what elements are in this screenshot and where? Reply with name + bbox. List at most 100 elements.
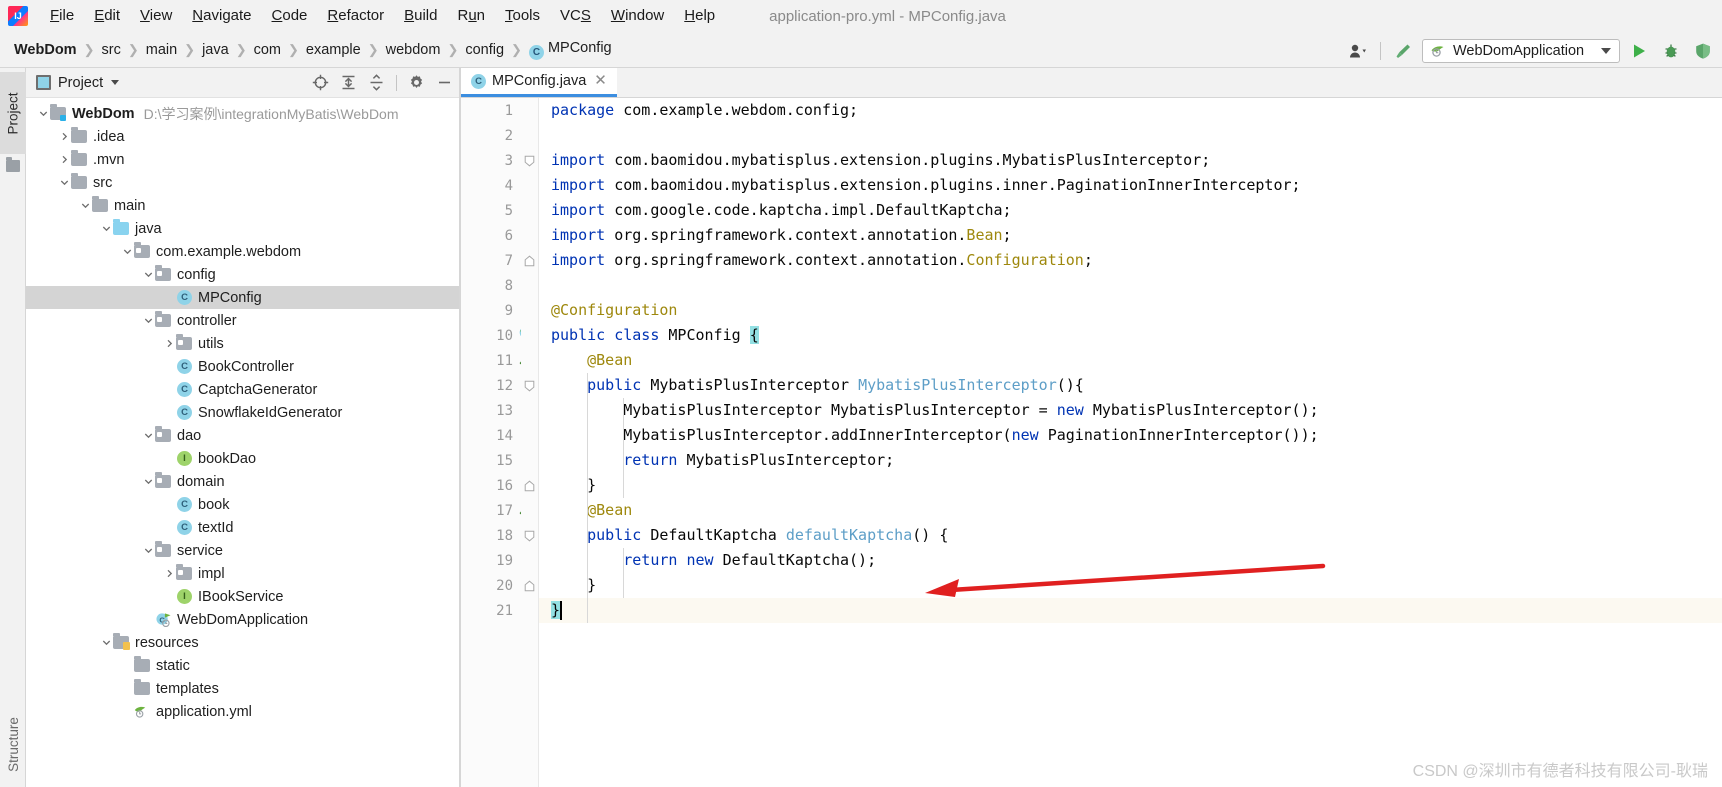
fold-start-icon[interactable] bbox=[524, 379, 536, 392]
gear-icon[interactable] bbox=[408, 74, 425, 91]
chevron-down-icon[interactable] bbox=[78, 201, 92, 210]
breadcrumb-item-webdom[interactable]: WebDom bbox=[10, 40, 81, 60]
menu-item-window[interactable]: Window bbox=[601, 4, 674, 28]
project-tree[interactable]: WebDom D:\学习案例\integrationMyBatis\WebDom.… bbox=[26, 98, 459, 787]
menu-item-code[interactable]: Code bbox=[262, 4, 318, 28]
debug-bug-icon[interactable] bbox=[1658, 38, 1684, 64]
tree-node-textid[interactable]: CtextId bbox=[26, 516, 459, 539]
code-line-12[interactable]: public MybatisPlusInterceptor MybatisPlu… bbox=[539, 373, 1722, 398]
code-line-17[interactable]: @Bean bbox=[539, 498, 1722, 523]
menu-item-run[interactable]: Run bbox=[447, 4, 495, 28]
fold-region-line-12[interactable] bbox=[521, 373, 538, 398]
code-line-5[interactable]: import com.google.code.kaptcha.impl.Defa… bbox=[539, 198, 1722, 223]
line-number-12[interactable]: 12 bbox=[461, 373, 521, 398]
menu-item-vcs[interactable]: VCS bbox=[550, 4, 601, 28]
fold-region-line-18[interactable] bbox=[521, 523, 538, 548]
user-silhouette-icon[interactable] bbox=[1345, 38, 1371, 64]
minimize-icon[interactable] bbox=[436, 74, 453, 91]
locate-icon[interactable] bbox=[312, 74, 329, 91]
fold-end-icon[interactable] bbox=[524, 479, 536, 492]
line-number-17[interactable]: 17 bbox=[461, 498, 533, 523]
code-content[interactable]: package com.example.webdom.config; impor… bbox=[539, 98, 1722, 787]
breadcrumb-item-src[interactable]: src bbox=[97, 40, 124, 60]
code-folding-gutter[interactable] bbox=[521, 98, 539, 787]
expand-all-icon[interactable] bbox=[340, 74, 357, 91]
code-line-20[interactable]: } bbox=[539, 573, 1722, 598]
code-line-16[interactable]: } bbox=[539, 473, 1722, 498]
chevron-right-icon[interactable] bbox=[57, 132, 71, 141]
editor-tab-mpconfig-java[interactable]: C MPConfig.java ✕ bbox=[461, 68, 617, 97]
breadcrumb-item-com[interactable]: com bbox=[250, 40, 285, 60]
code-line-18[interactable]: public DefaultKaptcha defaultKaptcha() { bbox=[539, 523, 1722, 548]
run-configuration-selector[interactable]: WebDomApplication bbox=[1422, 38, 1620, 63]
tree-node-impl[interactable]: impl bbox=[26, 562, 459, 585]
code-line-14[interactable]: MybatisPlusInterceptor.addInnerIntercept… bbox=[539, 423, 1722, 448]
line-number-13[interactable]: 13 bbox=[461, 398, 521, 423]
chevron-down-icon[interactable] bbox=[141, 477, 155, 486]
line-number-18[interactable]: 18 bbox=[461, 523, 521, 548]
tree-node-ibookservice[interactable]: I IBookService bbox=[26, 585, 459, 608]
menu-item-navigate[interactable]: Navigate bbox=[182, 4, 261, 28]
tree-node-snowflakeidgenerator[interactable]: C SnowflakeIdGenerator bbox=[26, 401, 459, 424]
menu-item-refactor[interactable]: Refactor bbox=[317, 4, 394, 28]
favorites-folder-icon[interactable] bbox=[6, 157, 20, 172]
line-number-7[interactable]: 7 bbox=[461, 248, 521, 273]
code-line-11[interactable]: @Bean bbox=[539, 348, 1722, 373]
code-line-21[interactable]: } bbox=[539, 598, 1722, 623]
tree-node-service[interactable]: service bbox=[26, 539, 459, 562]
breadcrumb-item-main[interactable]: main bbox=[142, 40, 181, 60]
line-number-4[interactable]: 4 bbox=[461, 173, 521, 198]
tree-node-book[interactable]: Cbook bbox=[26, 493, 459, 516]
code-line-7[interactable]: import org.springframework.context.annot… bbox=[539, 248, 1722, 273]
chevron-down-icon[interactable] bbox=[99, 224, 113, 233]
tree-node-static[interactable]: static bbox=[26, 654, 459, 677]
fold-region-line-7[interactable] bbox=[521, 248, 538, 273]
chevron-down-icon[interactable] bbox=[57, 178, 71, 187]
tree-node-bookcontroller[interactable]: C BookController bbox=[26, 355, 459, 378]
line-number-11[interactable]: 11 bbox=[461, 348, 533, 373]
line-number-8[interactable]: 8 bbox=[461, 273, 521, 298]
line-number-20[interactable]: 20 bbox=[461, 573, 521, 598]
line-number-15[interactable]: 15 bbox=[461, 448, 521, 473]
tree-node-templates[interactable]: templates bbox=[26, 677, 459, 700]
chevron-right-icon[interactable] bbox=[162, 339, 176, 348]
line-number-3[interactable]: 3 bbox=[461, 148, 521, 173]
code-line-10[interactable]: public class MPConfig { bbox=[539, 323, 1722, 348]
fold-end-icon[interactable] bbox=[524, 579, 536, 592]
code-line-2[interactable] bbox=[539, 123, 1722, 148]
menu-item-help[interactable]: Help bbox=[674, 4, 725, 28]
tree-node-java[interactable]: java bbox=[26, 217, 459, 240]
code-line-8[interactable] bbox=[539, 273, 1722, 298]
tree-node-config[interactable]: config bbox=[26, 263, 459, 286]
code-line-15[interactable]: return MybatisPlusInterceptor; bbox=[539, 448, 1722, 473]
chevron-down-icon[interactable] bbox=[36, 109, 50, 118]
tool-window-tab-structure[interactable]: Structure bbox=[0, 707, 26, 781]
chevron-right-icon[interactable] bbox=[57, 155, 71, 164]
chevron-right-icon[interactable] bbox=[162, 569, 176, 578]
tree-node-webdom[interactable]: WebDom D:\学习案例\integrationMyBatis\WebDom bbox=[26, 102, 459, 125]
collapse-all-icon[interactable] bbox=[368, 74, 385, 91]
tree-node-controller[interactable]: controller bbox=[26, 309, 459, 332]
chevron-down-icon[interactable] bbox=[111, 80, 120, 85]
fold-start-icon[interactable] bbox=[524, 529, 536, 542]
breadcrumb-item-java[interactable]: java bbox=[198, 40, 233, 60]
line-number-10[interactable]: 10 bbox=[461, 323, 534, 348]
line-number-21[interactable]: 21 bbox=[461, 598, 521, 623]
breadcrumb-item-config[interactable]: config bbox=[461, 40, 508, 60]
tree-node-src[interactable]: src bbox=[26, 171, 459, 194]
line-number-6[interactable]: 6 bbox=[461, 223, 521, 248]
breadcrumb-item-webdom[interactable]: webdom bbox=[382, 40, 445, 60]
code-line-9[interactable]: @Configuration bbox=[539, 298, 1722, 323]
code-line-4[interactable]: import com.baomidou.mybatisplus.extensio… bbox=[539, 173, 1722, 198]
chevron-down-icon[interactable] bbox=[141, 546, 155, 555]
tree-node-com-example-webdom[interactable]: com.example.webdom bbox=[26, 240, 459, 263]
tree-node-dao[interactable]: dao bbox=[26, 424, 459, 447]
line-number-19[interactable]: 19 bbox=[461, 548, 521, 573]
fold-end-icon[interactable] bbox=[524, 254, 536, 267]
menu-item-build[interactable]: Build bbox=[394, 4, 447, 28]
chevron-down-icon[interactable] bbox=[141, 270, 155, 279]
tree-node-mvn[interactable]: .mvn bbox=[26, 148, 459, 171]
menu-item-edit[interactable]: Edit bbox=[84, 4, 130, 28]
chevron-down-icon[interactable] bbox=[99, 638, 113, 647]
tree-node-utils[interactable]: utils bbox=[26, 332, 459, 355]
